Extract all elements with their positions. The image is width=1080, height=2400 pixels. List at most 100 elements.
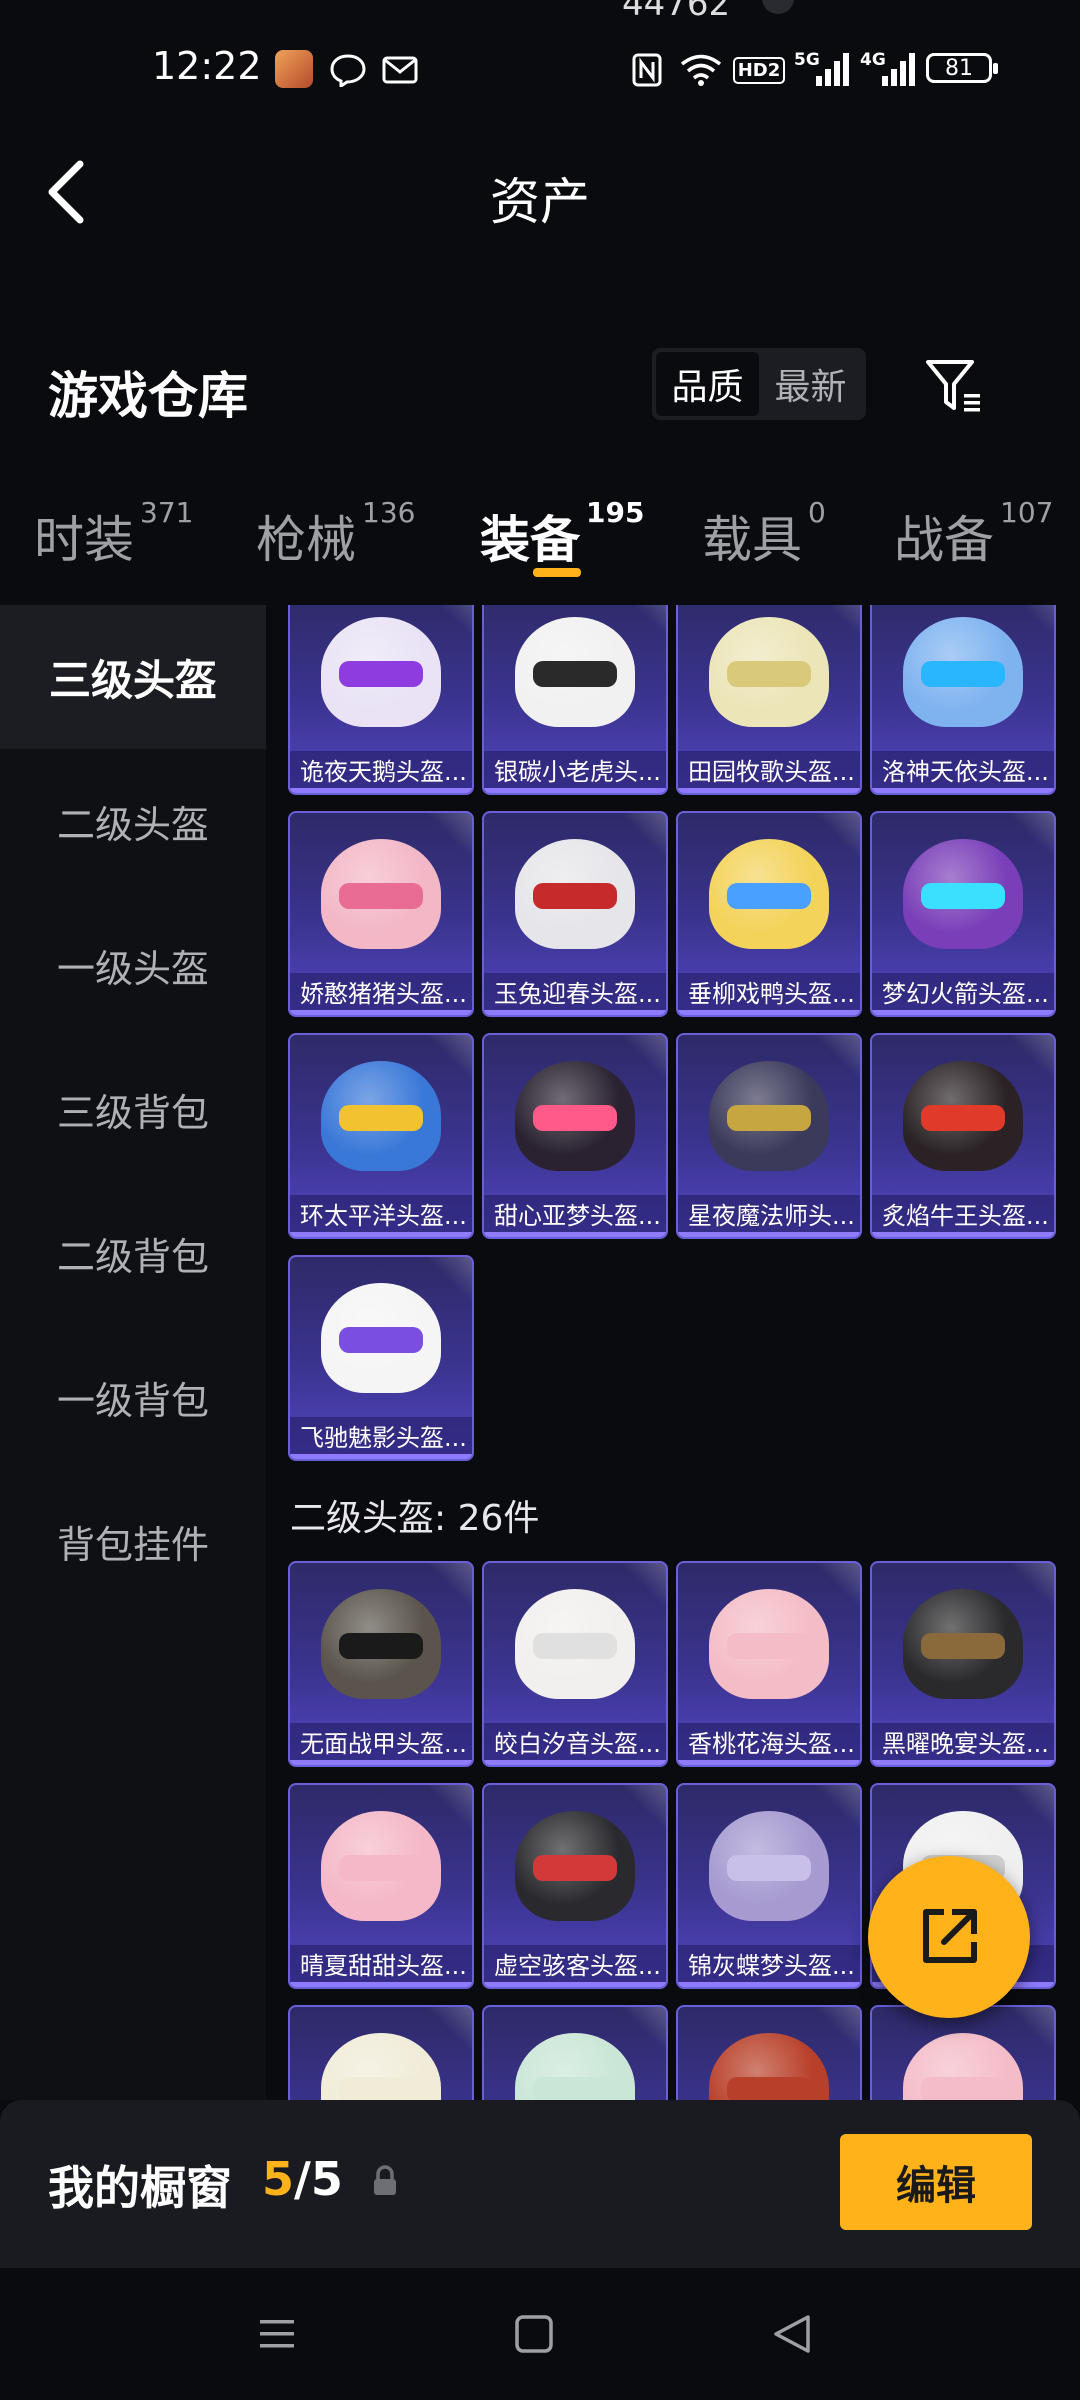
- item-card[interactable]: 皎白汐音头盔...: [482, 1561, 668, 1767]
- tab-guns[interactable]: 枪械 136: [256, 496, 415, 572]
- share-external-icon: [923, 1909, 977, 1963]
- sidebar-item-level3-backpack[interactable]: 三级背包: [0, 1037, 266, 1181]
- helmet-visor: [727, 1633, 811, 1659]
- helmet-visor: [533, 1855, 617, 1881]
- helmet-image: [321, 1061, 441, 1171]
- item-card[interactable]: 星夜魔法师头...: [676, 1033, 862, 1239]
- helmet-image: [321, 1811, 441, 1921]
- item-name: 娇憨猪猪头盔...: [290, 973, 472, 1015]
- item-name: 玉兔迎春头盔...: [484, 973, 666, 1015]
- helmet-visor: [339, 1327, 423, 1353]
- helmet-visor: [339, 1855, 423, 1881]
- item-name: 环太平洋头盔...: [290, 1195, 472, 1237]
- item-card[interactable]: 玉兔迎春头盔...: [482, 811, 668, 1017]
- item-card[interactable]: 锦灰蝶梦头盔...: [676, 1783, 862, 1989]
- menu-nav-icon[interactable]: [246, 2312, 306, 2356]
- item-card[interactable]: 田园牧歌头盔...: [676, 605, 862, 795]
- wifi-icon: [678, 50, 724, 90]
- helmet-image: [709, 617, 829, 727]
- helmet-visor: [339, 661, 423, 687]
- item-card[interactable]: 垂柳戏鸭头盔...: [676, 811, 862, 1017]
- item-name: 香桃花海头盔...: [678, 1723, 860, 1765]
- item-card[interactable]: 晴夏甜甜头盔...: [288, 1783, 474, 1989]
- item-name: 银碳小老虎头...: [484, 751, 666, 793]
- helmet-image: [903, 617, 1023, 727]
- helmet-visor: [727, 883, 811, 909]
- helmet-visor: [533, 2077, 617, 2100]
- helmet-image: [515, 1589, 635, 1699]
- status-bar: 44762 12:22 HD2 5G 4G 81: [0, 0, 1080, 130]
- item-name: 晴夏甜甜头盔...: [290, 1945, 472, 1987]
- item-card[interactable]: [676, 2005, 862, 2100]
- helmet-image: [903, 839, 1023, 949]
- item-card[interactable]: 洛神天依头盔...: [870, 605, 1056, 795]
- item-name: 无面战甲头盔...: [290, 1723, 472, 1765]
- item-name: 洛神天依头盔...: [872, 751, 1054, 793]
- rarity-bar: [872, 1010, 1054, 1015]
- item-card[interactable]: 环太平洋头盔...: [288, 1033, 474, 1239]
- item-card[interactable]: [482, 2005, 668, 2100]
- item-card[interactable]: 飞驰魅影头盔...: [288, 1255, 474, 1461]
- sidebar-item-level2-helmet[interactable]: 二级头盔: [0, 749, 266, 893]
- item-card[interactable]: 诡夜天鹅头盔...: [288, 605, 474, 795]
- helmet-image: [903, 1061, 1023, 1171]
- helmet-visor: [921, 2077, 1005, 2100]
- item-name: 梦幻火箭头盔...: [872, 973, 1054, 1015]
- system-nav-bar: [0, 2268, 1080, 2400]
- item-card[interactable]: 娇憨猪猪头盔...: [288, 811, 474, 1017]
- sort-toggle: 品质 最新: [652, 348, 866, 420]
- item-card[interactable]: [870, 2005, 1056, 2100]
- sidebar-item-level2-backpack[interactable]: 二级背包: [0, 1181, 266, 1325]
- item-card[interactable]: 无面战甲头盔...: [288, 1561, 474, 1767]
- item-name: 炙焰牛王头盔...: [872, 1195, 1054, 1237]
- item-name: 虚空骇客头盔...: [484, 1945, 666, 1987]
- tab-vehicles[interactable]: 载具 0: [702, 496, 826, 572]
- sort-quality-option[interactable]: 品质: [656, 352, 759, 416]
- sidebar-item-level1-helmet[interactable]: 一级头盔: [0, 893, 266, 1037]
- sidebar-item-level3-helmet[interactable]: 三级头盔: [0, 605, 266, 749]
- item-card[interactable]: 甜心亚梦头盔...: [482, 1033, 668, 1239]
- home-nav-icon[interactable]: [504, 2312, 564, 2356]
- helmet-image: [515, 839, 635, 949]
- item-card[interactable]: 梦幻火箭头盔...: [870, 811, 1056, 1017]
- item-card[interactable]: 炙焰牛王头盔...: [870, 1033, 1056, 1239]
- item-name: 星夜魔法师头...: [678, 1195, 860, 1237]
- sidebar-item-backpack-pendant[interactable]: 背包挂件: [0, 1469, 266, 1613]
- sort-newest-option[interactable]: 最新: [759, 352, 862, 416]
- tab-combat-supplies[interactable]: 战备 107: [894, 496, 1053, 572]
- clipped-overlay-dot: [762, 0, 794, 14]
- helmet-image: [321, 2033, 441, 2100]
- helmet-image: [709, 839, 829, 949]
- chat-notification-icon: [328, 50, 368, 90]
- tab-fashion[interactable]: 时装 371: [34, 496, 193, 572]
- share-fab-button[interactable]: [868, 1856, 1030, 2018]
- rarity-bar: [872, 788, 1054, 793]
- rarity-bar: [290, 1760, 472, 1765]
- rarity-bar: [678, 1982, 860, 1987]
- signal-5g-icon: 5G: [794, 50, 852, 90]
- edit-button[interactable]: 编辑: [840, 2134, 1032, 2230]
- helmet-image: [321, 839, 441, 949]
- item-card[interactable]: 虚空骇客头盔...: [482, 1783, 668, 1989]
- filter-icon[interactable]: [924, 356, 984, 416]
- helmet-image: [903, 2033, 1023, 2100]
- helmet-image: [321, 617, 441, 727]
- tab-equipment[interactable]: 装备 195: [480, 496, 644, 572]
- mail-notification-icon: [380, 50, 420, 90]
- helmet-visor: [533, 661, 617, 687]
- helmet-image: [903, 1589, 1023, 1699]
- item-card[interactable]: 香桃花海头盔...: [676, 1561, 862, 1767]
- item-card[interactable]: [288, 2005, 474, 2100]
- clipped-overlay-text: 44762: [622, 0, 731, 24]
- item-card[interactable]: 黑曜晚宴头盔...: [870, 1561, 1056, 1767]
- rarity-bar: [678, 788, 860, 793]
- item-card[interactable]: 银碳小老虎头...: [482, 605, 668, 795]
- item-name: 锦灰蝶梦头盔...: [678, 1945, 860, 1987]
- showcase-label: 我的橱窗: [48, 2161, 232, 2215]
- rarity-bar: [290, 788, 472, 793]
- back-nav-icon[interactable]: [762, 2312, 822, 2356]
- rarity-bar: [872, 1232, 1054, 1237]
- helmet-image: [515, 2033, 635, 2100]
- rarity-bar: [484, 1982, 666, 1987]
- sidebar-item-level1-backpack[interactable]: 一级背包: [0, 1325, 266, 1469]
